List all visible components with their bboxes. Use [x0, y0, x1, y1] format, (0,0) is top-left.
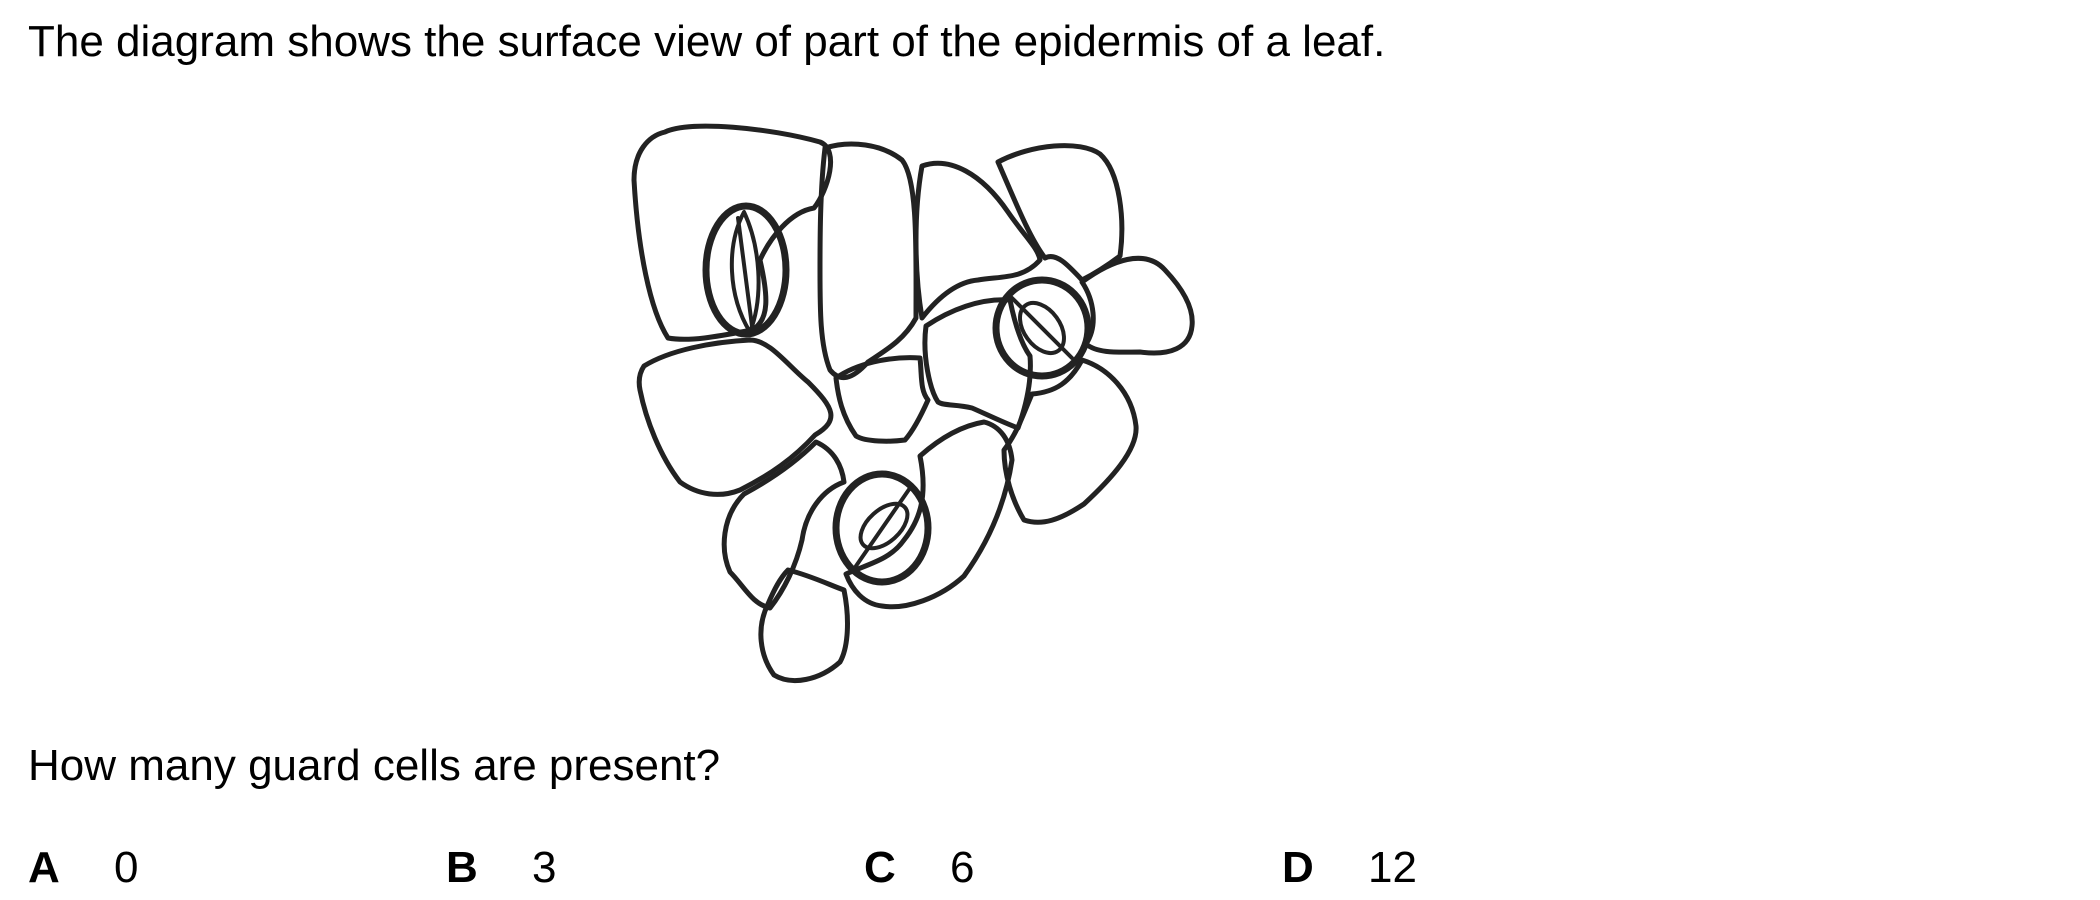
option-letter: D [1282, 843, 1314, 892]
epidermal-cell [1001, 357, 1139, 525]
option-value: 6 [950, 843, 975, 892]
option-a[interactable]: A0 [28, 846, 138, 890]
option-value: 12 [1368, 843, 1417, 892]
epidermal-cell [631, 123, 834, 342]
leaf-epidermis-diagram [631, 123, 1195, 684]
epidermal-cell [758, 567, 850, 684]
question-text: How many guard cells are present? [28, 741, 721, 790]
option-letter: C [864, 843, 896, 892]
epidermal-cell [833, 355, 931, 444]
epidermal-cell [1079, 255, 1195, 356]
option-d[interactable]: D 12 [1282, 846, 1417, 890]
epidermal-cell [636, 337, 834, 497]
epidermal-cell [995, 143, 1125, 283]
question-stem: The diagram shows the surface view of pa… [28, 17, 1386, 66]
epidermal-cell [913, 160, 1043, 321]
option-value: 0 [114, 843, 139, 892]
option-c[interactable]: C6 [864, 846, 974, 890]
option-value: 3 [532, 843, 557, 892]
epidermal-cell [817, 141, 919, 380]
option-letter: B [446, 843, 478, 892]
option-b[interactable]: B3 [446, 846, 556, 890]
option-letter: A [28, 843, 60, 892]
